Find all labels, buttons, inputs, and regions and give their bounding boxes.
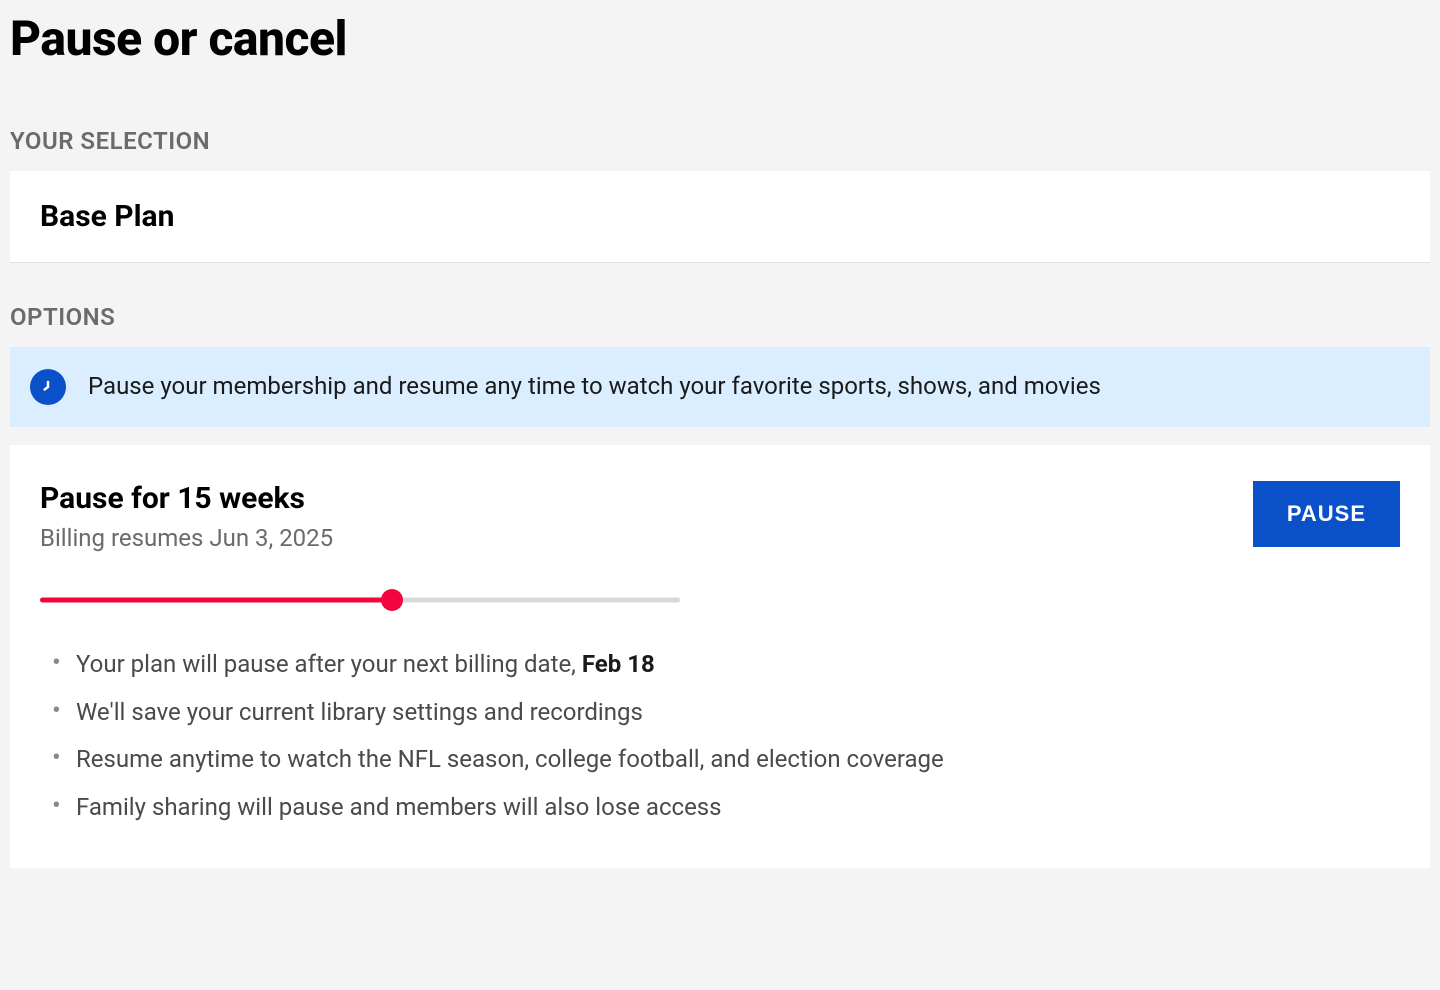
pause-duration-title: Pause for 15 weeks (40, 481, 333, 516)
pause-details-list: Your plan will pause after your next bil… (40, 648, 1400, 824)
banner-text: Pause your membership and resume any tim… (88, 371, 1101, 402)
slider-thumb[interactable] (381, 589, 403, 611)
pause-resume-date: Billing resumes Jun 3, 2025 (40, 524, 333, 552)
list-item: Family sharing will pause and members wi… (48, 791, 1400, 825)
pause-card: Pause for 15 weeks Billing resumes Jun 3… (10, 445, 1430, 868)
pause-info-banner: Pause your membership and resume any tim… (10, 347, 1430, 427)
page-title: Pause or cancel (10, 10, 1430, 67)
plan-name: Base Plan (40, 199, 1400, 234)
selection-section-label: YOUR SELECTION (10, 127, 1430, 155)
list-item: We'll save your current library settings… (48, 696, 1400, 730)
pause-button[interactable]: PAUSE (1253, 481, 1400, 547)
clock-icon (30, 369, 66, 405)
selection-card: Base Plan (10, 171, 1430, 263)
pause-duration-slider[interactable] (40, 588, 680, 612)
slider-fill (40, 598, 392, 603)
list-item: Resume anytime to watch the NFL season, … (48, 743, 1400, 777)
options-section-label: OPTIONS (10, 303, 1430, 331)
list-item: Your plan will pause after your next bil… (48, 648, 1400, 682)
